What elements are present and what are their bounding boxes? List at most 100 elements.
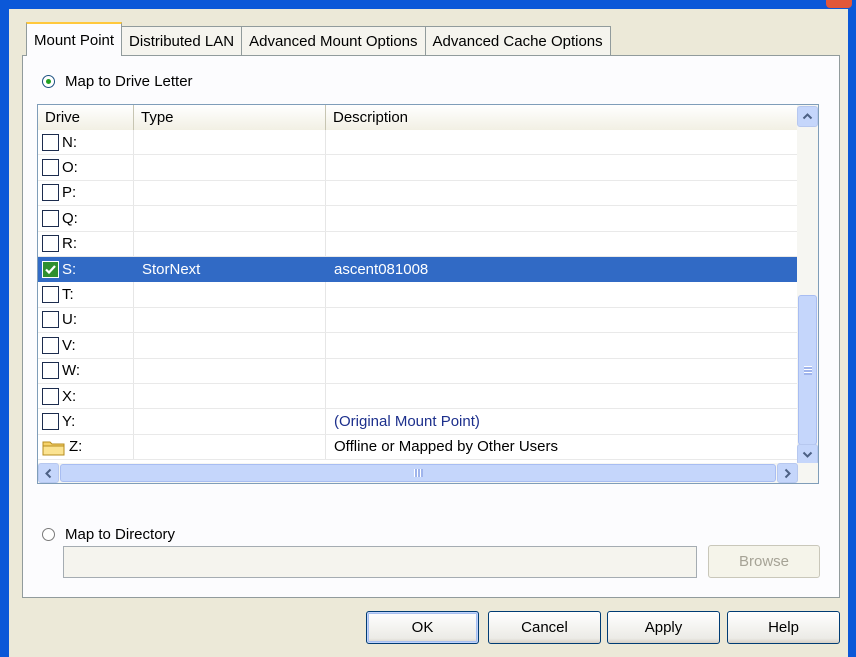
description-cell bbox=[326, 155, 798, 179]
column-header-type[interactable]: Type bbox=[134, 105, 326, 130]
help-button[interactable]: Help bbox=[727, 611, 840, 644]
drive-checkbox[interactable] bbox=[42, 286, 59, 304]
list-item[interactable]: Y: (Original Mount Point) bbox=[38, 409, 798, 435]
grip-icon bbox=[803, 365, 812, 375]
drive-letter: V: bbox=[62, 336, 76, 354]
description-cell bbox=[326, 384, 798, 408]
list-item[interactable]: Z: Offline or Mapped by Other Users bbox=[38, 434, 798, 461]
list-item[interactable]: T: bbox=[38, 282, 798, 308]
tab-strip: Mount Point Distributed LAN Advanced Mou… bbox=[26, 22, 611, 57]
directory-path-field[interactable] bbox=[63, 546, 697, 578]
close-button[interactable] bbox=[826, 0, 852, 8]
type-cell: StorNext bbox=[134, 256, 326, 282]
type-cell bbox=[134, 231, 326, 256]
map-to-drive-label: Map to Drive Letter bbox=[65, 73, 193, 90]
type-cell bbox=[134, 409, 326, 434]
browse-button[interactable]: Browse bbox=[708, 545, 820, 578]
drive-cell: P: bbox=[38, 180, 134, 206]
tab-advanced-mount-options[interactable]: Advanced Mount Options bbox=[241, 26, 426, 56]
description-cell: ascent081008 bbox=[334, 260, 429, 278]
drive-checkbox[interactable] bbox=[42, 260, 59, 278]
type-cell bbox=[134, 333, 326, 358]
drive-checkbox[interactable] bbox=[42, 209, 59, 227]
vertical-scrollbar[interactable] bbox=[797, 105, 818, 466]
drive-cell: V: bbox=[38, 333, 134, 358]
description-cell bbox=[326, 333, 798, 357]
map-to-directory-option[interactable]: Map to Directory bbox=[42, 526, 175, 543]
scroll-left-button[interactable] bbox=[38, 463, 59, 483]
drive-letter: T: bbox=[62, 286, 74, 304]
column-header-drive[interactable]: Drive bbox=[38, 105, 134, 130]
chevron-down-icon bbox=[802, 451, 813, 458]
type-cell bbox=[134, 180, 326, 206]
tab-advanced-cache-options[interactable]: Advanced Cache Options bbox=[424, 26, 611, 56]
checkmark-icon bbox=[45, 264, 56, 274]
drive-letter: R: bbox=[62, 235, 77, 253]
vertical-scroll-thumb[interactable] bbox=[798, 295, 817, 445]
map-to-drive-option[interactable]: Map to Drive Letter bbox=[42, 73, 193, 90]
drive-cell: Q: bbox=[38, 206, 134, 231]
column-header-description[interactable]: Description bbox=[326, 105, 798, 130]
scroll-up-button[interactable] bbox=[797, 106, 818, 127]
drive-list[interactable]: Drive Type Description N: O: P: Q: R: S: StorN… bbox=[37, 104, 819, 484]
drive-cell: T: bbox=[38, 282, 134, 307]
drive-letter: N: bbox=[62, 133, 77, 151]
list-item[interactable]: W: bbox=[38, 358, 798, 384]
description-cell bbox=[326, 206, 798, 230]
type-cell bbox=[134, 307, 326, 333]
drive-checkbox[interactable] bbox=[42, 159, 59, 177]
description-cell bbox=[326, 308, 798, 332]
apply-button[interactable]: Apply bbox=[607, 611, 720, 644]
drive-checkbox[interactable] bbox=[42, 387, 59, 405]
drive-checkbox[interactable] bbox=[42, 235, 59, 253]
description-cell: Offline or Mapped by Other Users bbox=[334, 438, 558, 456]
drive-letter: Z: bbox=[69, 438, 83, 456]
drive-cell: U: bbox=[38, 307, 134, 333]
list-item[interactable]: O: bbox=[38, 155, 798, 181]
cancel-button[interactable]: Cancel bbox=[488, 611, 601, 644]
drive-letter: P: bbox=[62, 184, 77, 202]
chevron-left-icon bbox=[45, 468, 52, 478]
list-item[interactable]: V: bbox=[38, 333, 798, 359]
description-cell bbox=[326, 232, 798, 256]
drive-cell: S: bbox=[38, 256, 134, 282]
scroll-down-button[interactable] bbox=[797, 444, 818, 465]
drive-letter: O: bbox=[62, 159, 78, 177]
horizontal-scroll-thumb[interactable] bbox=[60, 464, 776, 482]
list-item[interactable]: N: bbox=[38, 130, 798, 156]
drive-checkbox[interactable] bbox=[42, 336, 59, 354]
description-cell: (Original Mount Point) bbox=[334, 412, 480, 430]
map-to-directory-radio[interactable] bbox=[42, 528, 55, 541]
chevron-right-icon bbox=[784, 468, 791, 478]
list-item[interactable]: S: StorNext ascent081008 bbox=[38, 256, 798, 283]
list-item[interactable]: X: bbox=[38, 383, 798, 410]
dialog-window: Mount Point Distributed LAN Advanced Mou… bbox=[0, 0, 856, 657]
type-cell bbox=[134, 434, 326, 460]
drive-checkbox[interactable] bbox=[42, 133, 59, 151]
map-to-drive-radio[interactable] bbox=[42, 75, 55, 88]
description-cell bbox=[326, 282, 798, 306]
drive-cell: R: bbox=[38, 231, 134, 256]
list-item[interactable]: P: bbox=[38, 180, 798, 207]
type-cell bbox=[134, 206, 326, 231]
ok-button[interactable]: OK bbox=[366, 611, 479, 644]
map-to-directory-label: Map to Directory bbox=[65, 526, 176, 543]
chevron-up-icon bbox=[802, 113, 813, 120]
tab-mount-point[interactable]: Mount Point bbox=[26, 22, 123, 57]
drive-checkbox[interactable] bbox=[42, 311, 59, 329]
folder-icon bbox=[42, 441, 65, 456]
drive-checkbox[interactable] bbox=[42, 412, 59, 430]
scroll-right-button[interactable] bbox=[777, 463, 798, 483]
list-body: N: O: P: Q: R: S: StorNext ascent081008 T: U: V: W:… bbox=[38, 130, 798, 466]
type-cell bbox=[134, 358, 326, 383]
list-item[interactable]: R: bbox=[38, 231, 798, 257]
list-item[interactable]: Q: bbox=[38, 206, 798, 232]
tab-distributed-lan[interactable]: Distributed LAN bbox=[121, 26, 243, 56]
drive-letter: Q: bbox=[62, 209, 78, 227]
window-frame-left bbox=[0, 9, 9, 657]
horizontal-scrollbar[interactable] bbox=[38, 463, 818, 483]
drive-cell: O: bbox=[38, 155, 134, 180]
drive-checkbox[interactable] bbox=[42, 184, 59, 202]
drive-checkbox[interactable] bbox=[42, 362, 59, 380]
list-item[interactable]: U: bbox=[38, 307, 798, 334]
